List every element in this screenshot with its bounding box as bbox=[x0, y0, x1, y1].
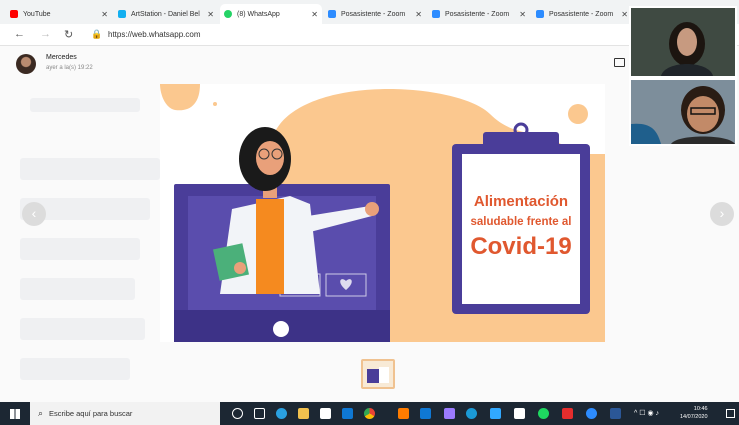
avatar[interactable] bbox=[16, 54, 36, 74]
tab-label: (8) WhatsApp bbox=[237, 10, 280, 18]
tab-zoom-3[interactable]: Posasistente - Zoom ✕ bbox=[532, 4, 632, 24]
close-icon[interactable]: ✕ bbox=[311, 10, 318, 19]
previous-media-button[interactable]: ‹ bbox=[22, 202, 46, 226]
search-placeholder: Escribe aquí para buscar bbox=[49, 409, 133, 418]
youtube-icon bbox=[10, 10, 18, 18]
task-view-icon[interactable] bbox=[254, 408, 265, 419]
next-media-button[interactable]: › bbox=[710, 202, 734, 226]
app-icon[interactable] bbox=[562, 408, 573, 419]
word-icon[interactable] bbox=[610, 408, 621, 419]
media-thumbnail[interactable] bbox=[361, 359, 395, 389]
zoom-icon bbox=[328, 10, 336, 18]
tab-label: YouTube bbox=[23, 10, 51, 18]
tab-whatsapp[interactable]: (8) WhatsApp ✕ bbox=[220, 4, 322, 24]
covid-nutrition-illustration: Alimentación saludable frente al Covid-1… bbox=[160, 84, 605, 342]
close-icon[interactable]: ✕ bbox=[207, 10, 214, 19]
windows-start-icon[interactable] bbox=[10, 409, 20, 419]
zoom-icon bbox=[432, 10, 440, 18]
search-icon: ⌕ bbox=[38, 408, 44, 418]
participant-video-1[interactable] bbox=[629, 6, 737, 78]
go-to-message-icon[interactable] bbox=[614, 58, 625, 67]
url-field[interactable]: https://web.whatsapp.com bbox=[108, 30, 201, 39]
photoshop-icon[interactable] bbox=[490, 408, 501, 419]
notifications-icon[interactable] bbox=[726, 409, 735, 418]
tab-zoom-1[interactable]: Posasistente - Zoom ✕ bbox=[324, 4, 426, 24]
participant-face bbox=[631, 80, 735, 144]
cortana-icon[interactable] bbox=[232, 408, 243, 419]
participant-face bbox=[631, 8, 735, 76]
slide-title-line1: Alimentación bbox=[474, 193, 568, 210]
system-tray-icons[interactable]: ^ ☐ ◉ ♪ bbox=[634, 409, 674, 420]
zoom-icon bbox=[536, 10, 544, 18]
sent-timestamp: ayer a la(s) 19:22 bbox=[46, 65, 93, 71]
edge-icon[interactable] bbox=[276, 408, 287, 419]
tab-label: ArtStation - Daniel Bel bbox=[131, 10, 200, 18]
close-icon[interactable]: ✕ bbox=[621, 10, 628, 19]
participant-video-2[interactable] bbox=[629, 78, 737, 146]
file-explorer-icon[interactable] bbox=[298, 408, 309, 419]
forward-icon[interactable]: → bbox=[40, 28, 51, 40]
app-icon[interactable] bbox=[514, 408, 525, 419]
windows-taskbar: ⌕ Escribe aquí para buscar ^ ☐ ◉ ♪ 10:46… bbox=[0, 402, 739, 425]
outlook-icon[interactable] bbox=[420, 408, 431, 419]
tab-label: Posasistente - Zoom bbox=[445, 10, 510, 18]
tab-youtube[interactable]: YouTube ✕ bbox=[6, 4, 112, 24]
tab-artstation[interactable]: ArtStation - Daniel Bel ✕ bbox=[114, 4, 218, 24]
close-icon[interactable]: ✕ bbox=[415, 10, 422, 19]
lock-icon: 🔒 bbox=[91, 29, 103, 39]
store-icon[interactable] bbox=[320, 408, 331, 419]
slide-title-line3: Covid-19 bbox=[470, 233, 571, 260]
clock-time: 10:46 bbox=[693, 406, 708, 412]
zoom-icon[interactable] bbox=[586, 408, 597, 419]
close-icon[interactable]: ✕ bbox=[101, 10, 108, 19]
media-image: Alimentación saludable frente al Covid-1… bbox=[160, 84, 605, 342]
sender-name: Mercedes bbox=[46, 54, 77, 61]
back-icon[interactable]: ← bbox=[14, 28, 25, 40]
tab-label: Posasistente - Zoom bbox=[549, 10, 614, 18]
artstation-icon bbox=[118, 10, 126, 18]
mail-icon[interactable] bbox=[342, 408, 353, 419]
illustrator-icon[interactable] bbox=[398, 408, 409, 419]
tab-zoom-2[interactable]: Posasistente - Zoom ✕ bbox=[428, 4, 530, 24]
chrome-icon[interactable] bbox=[364, 408, 375, 419]
tab-label: Posasistente - Zoom bbox=[341, 10, 406, 18]
whatsapp-icon bbox=[224, 10, 232, 18]
app-icon[interactable] bbox=[466, 408, 477, 419]
close-icon[interactable]: ✕ bbox=[519, 10, 526, 19]
taskbar-clock[interactable]: 10:46 14/07/2020 bbox=[680, 405, 708, 421]
after-effects-icon[interactable] bbox=[444, 408, 455, 419]
reload-icon[interactable]: ↻ bbox=[64, 28, 73, 41]
clock-date: 14/07/2020 bbox=[680, 414, 708, 420]
spotify-icon[interactable] bbox=[538, 408, 549, 419]
slide-title-line2: saludable frente al bbox=[471, 216, 572, 228]
taskbar-search[interactable]: ⌕ Escribe aquí para buscar bbox=[30, 402, 220, 425]
